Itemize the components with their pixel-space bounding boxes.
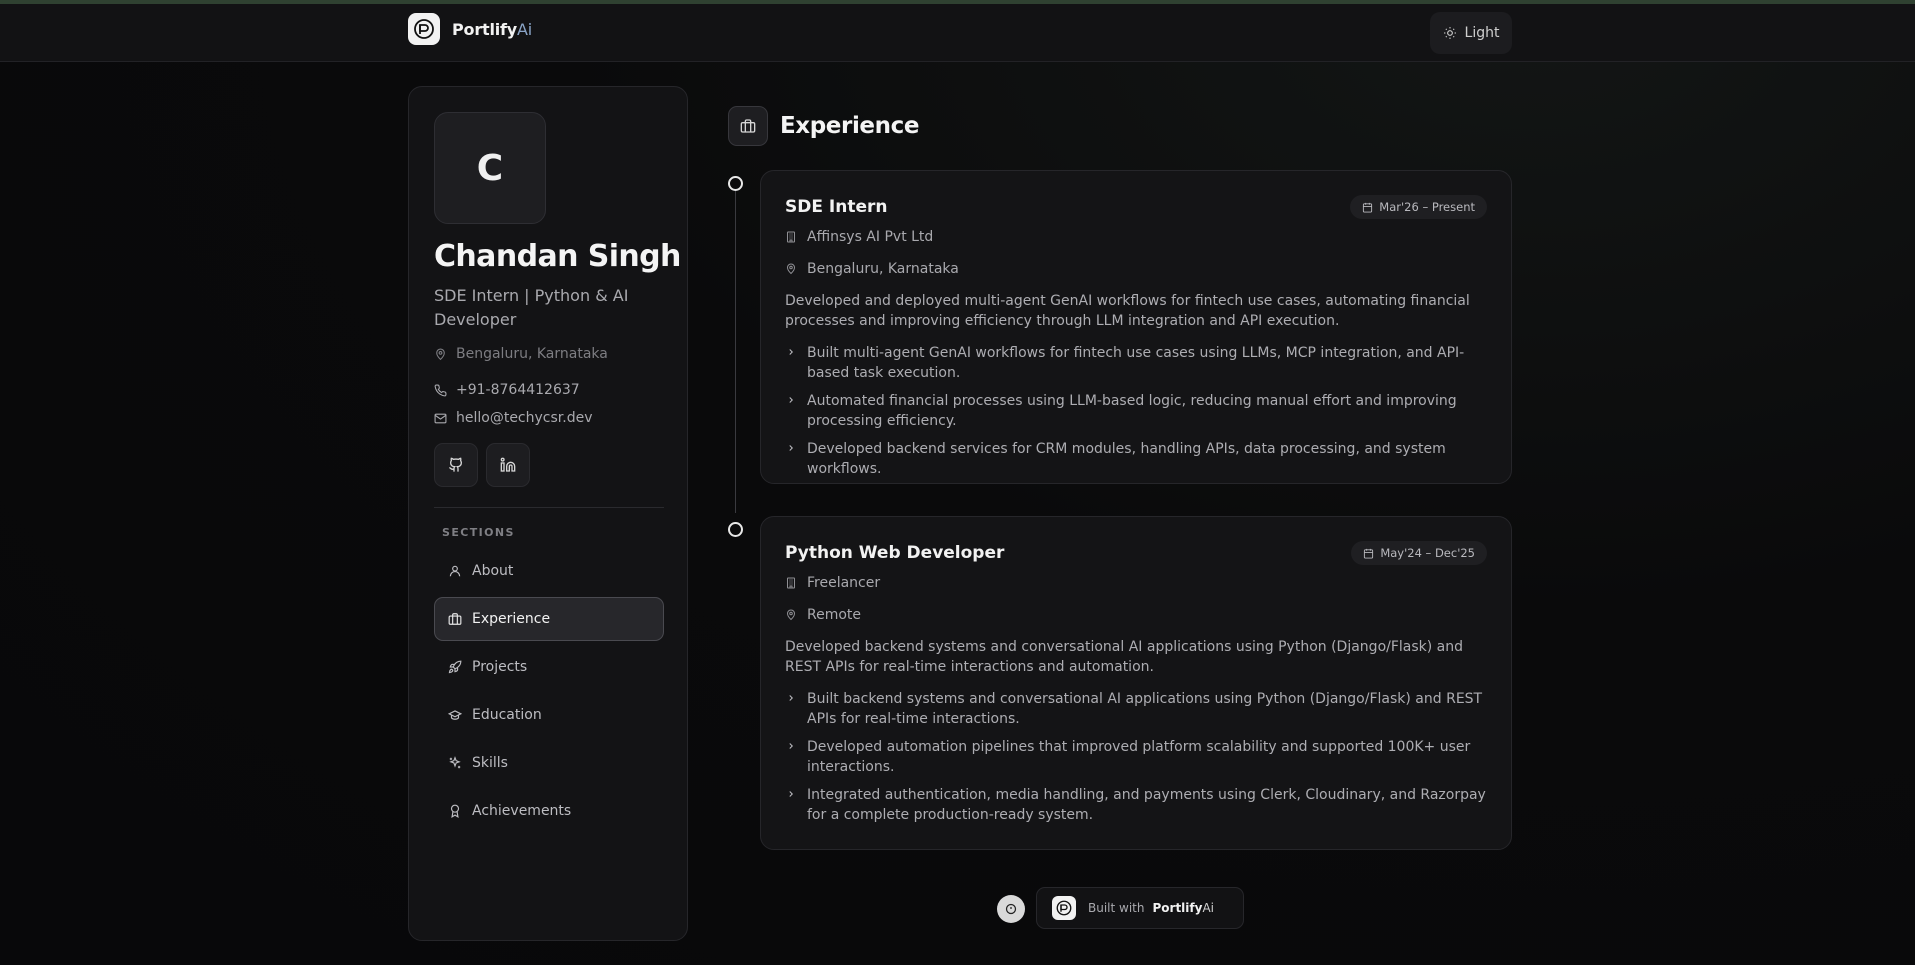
map-pin-icon: [786, 609, 796, 621]
social-links: [434, 443, 530, 487]
role-title: SDE Intern: [785, 197, 888, 217]
map-pin-icon: [786, 263, 796, 275]
building-icon: [787, 231, 795, 243]
calendar-icon: [1363, 202, 1373, 213]
sidebar-item-skills[interactable]: Skills: [434, 741, 664, 785]
sidebar-item-label: About: [472, 563, 514, 579]
location-row: Bengaluru, Karnataka: [434, 346, 608, 362]
portlify-logo-icon: [1052, 896, 1076, 920]
experience-section-header: Experience: [728, 106, 919, 146]
location-text: Remote: [807, 607, 862, 623]
chevron-right-icon: [789, 695, 793, 701]
experience-card: Python Web Developer May'24 – Dec'25 Fre…: [760, 516, 1512, 850]
sections-nav: About Experience Projects Education Skil…: [434, 549, 664, 837]
map-pin-icon: [436, 348, 445, 360]
info-button[interactable]: [997, 895, 1025, 923]
experience-card: SDE Intern Mar'26 – Present Affinsys AI …: [760, 170, 1512, 484]
profile-name: Chandan Singh: [434, 239, 681, 274]
sidebar-item-label: Education: [472, 707, 542, 723]
briefcase-icon: [448, 613, 462, 625]
date-text: Mar'26 – Present: [1379, 200, 1475, 214]
list-item: Developed backend services for CRM modul…: [785, 439, 1490, 479]
chevron-right-icon: [789, 445, 793, 451]
company-row: Freelancer: [785, 575, 880, 591]
phone-text: +91-8764412637: [456, 382, 580, 398]
info-icon: [1005, 903, 1017, 915]
portlify-logo-icon: [408, 13, 440, 45]
sidebar-item-projects[interactable]: Projects: [434, 645, 664, 689]
chevron-right-icon: [789, 791, 793, 797]
profile-sidebar: C Chandan Singh SDE Intern | Python & AI…: [408, 86, 688, 941]
sections-label: SECTIONS: [442, 526, 515, 539]
timeline-dot: [728, 176, 743, 191]
role-title: Python Web Developer: [785, 543, 1005, 563]
location-text: Bengaluru, Karnataka: [456, 346, 608, 362]
sidebar-item-label: Experience: [472, 611, 551, 627]
sidebar-item-label: Skills: [472, 755, 508, 771]
date-badge: May'24 – Dec'25: [1351, 541, 1487, 565]
avatar: C: [434, 112, 546, 224]
briefcase-icon: [728, 106, 768, 146]
github-icon: [449, 457, 463, 472]
email-text: hello@techycsr.dev: [456, 410, 593, 426]
sidebar-item-label: Achievements: [472, 803, 572, 819]
company-text: Affinsys AI Pvt Ltd: [807, 229, 934, 245]
phone-row[interactable]: +91-8764412637: [434, 382, 580, 398]
sun-icon: [1443, 27, 1456, 39]
sidebar-item-education[interactable]: Education: [434, 693, 664, 737]
rocket-icon: [448, 660, 462, 674]
profile-tagline: SDE Intern | Python & AI Developer: [434, 286, 629, 329]
mail-icon: [434, 413, 447, 423]
chevron-right-icon: [789, 349, 793, 355]
theme-toggle-label: Light: [1464, 25, 1500, 41]
experience-summary: Developed backend systems and conversati…: [785, 639, 1464, 675]
chevron-right-icon: [789, 397, 793, 403]
list-item: Integrated authentication, media handlin…: [785, 785, 1490, 825]
sidebar-item-achievements[interactable]: Achievements: [434, 789, 664, 833]
brand-logo-link[interactable]: PortlifyAi: [408, 13, 532, 45]
graduation-cap-icon: [448, 710, 462, 720]
list-item: Built backend systems and conversational…: [785, 689, 1490, 729]
github-button[interactable]: [434, 443, 478, 487]
user-icon: [449, 565, 461, 577]
built-with-label: Built with: [1088, 901, 1145, 915]
experience-summary: Developed and deployed multi-agent GenAI…: [785, 293, 1470, 329]
linkedin-icon: [500, 457, 516, 472]
brand-name: PortlifyAi: [452, 19, 533, 39]
timeline-dot: [728, 522, 743, 537]
experience-bullets: Built multi-agent GenAI workflows for fi…: [785, 343, 1490, 487]
sidebar-item-about[interactable]: About: [434, 549, 664, 593]
date-badge: Mar'26 – Present: [1350, 195, 1487, 219]
email-row[interactable]: hello@techycsr.dev: [434, 410, 593, 426]
sparkles-icon: [449, 756, 461, 769]
company-text: Freelancer: [807, 575, 881, 591]
location-row: Remote: [785, 607, 861, 623]
timeline-line: [735, 183, 736, 513]
sidebar-item-experience[interactable]: Experience: [434, 597, 664, 641]
location-row: Bengaluru, Karnataka: [785, 261, 959, 277]
theme-toggle-button[interactable]: Light: [1430, 12, 1512, 54]
date-text: May'24 – Dec'25: [1380, 546, 1475, 560]
list-item: Automated financial processes using LLM-…: [785, 391, 1490, 431]
location-text: Bengaluru, Karnataka: [807, 261, 959, 277]
phone-icon: [434, 384, 447, 396]
list-item: Developed automation pipelines that impr…: [785, 737, 1490, 777]
built-with-brand: PortlifyAi: [1152, 901, 1214, 915]
linkedin-button[interactable]: [486, 443, 530, 487]
experience-bullets: Built backend systems and conversational…: [785, 689, 1490, 833]
award-icon: [450, 804, 460, 818]
company-row: Affinsys AI Pvt Ltd: [785, 229, 933, 245]
sidebar-item-label: Projects: [472, 659, 528, 675]
chevron-right-icon: [789, 743, 793, 749]
list-item: Built multi-agent GenAI workflows for fi…: [785, 343, 1490, 383]
section-title: Experience: [780, 113, 920, 139]
built-with-badge[interactable]: Built with PortlifyAi: [1036, 887, 1244, 929]
sidebar-divider: [434, 507, 664, 508]
calendar-icon: [1364, 548, 1374, 559]
top-bar: PortlifyAi Light: [0, 4, 1915, 62]
building-icon: [787, 577, 795, 589]
